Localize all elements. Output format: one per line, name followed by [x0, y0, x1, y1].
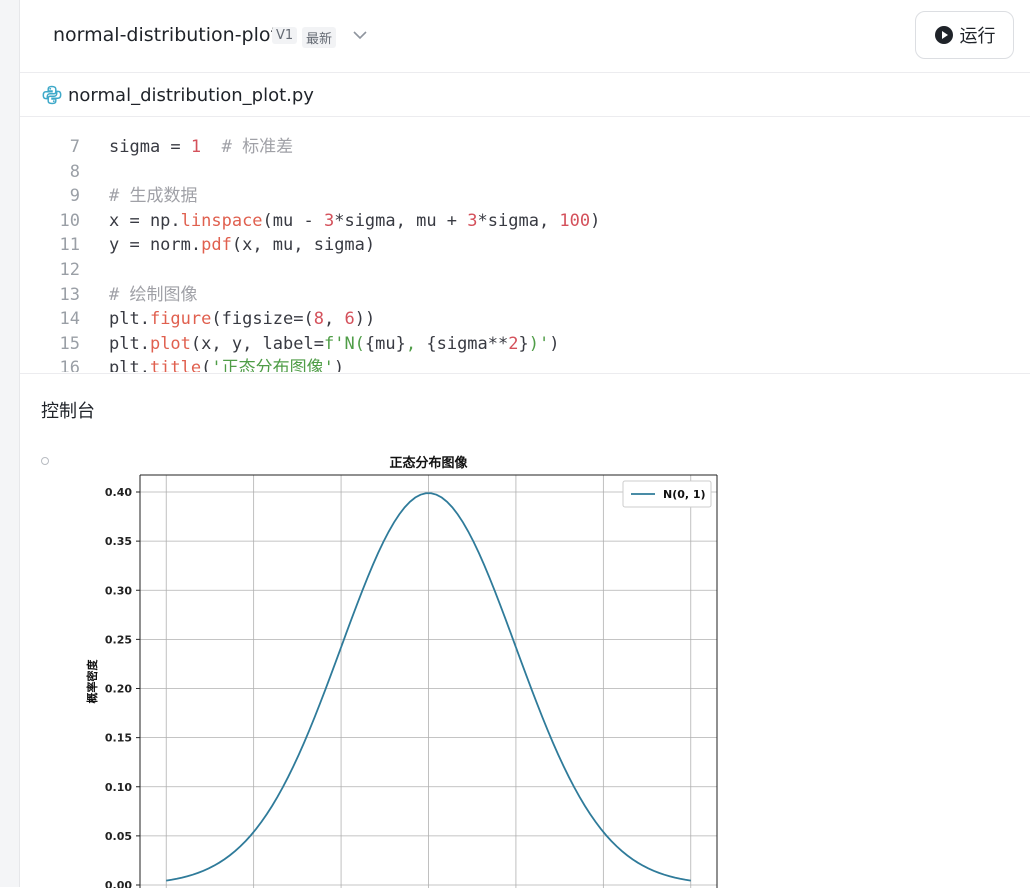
line-number: 13 — [59, 284, 80, 305]
legend-label: N(0, 1) — [663, 488, 706, 501]
plot-figure: 0.000.050.100.150.200.250.300.350.40正态分布… — [85, 455, 718, 888]
code-text: sigma = 1 # 标准差 — [109, 137, 294, 157]
code-line[interactable]: 14 plt.figure(figsize=(8, 6)) — [20, 307, 1030, 332]
console-title: 控制台 — [41, 401, 95, 422]
line-number: 7 — [69, 137, 80, 157]
code-line[interactable]: 11 y = norm.pdf(x, mu, sigma) — [20, 233, 1030, 258]
line-number: 9 — [69, 186, 80, 207]
y-tick-label: 0.20 — [105, 683, 132, 696]
console-panel: 控制台 0.00 0.05 0.10 0.15 0.20 0.25 0.30 0.35 0.40… — [20, 373, 1030, 888]
line-number: 10 — [59, 210, 80, 231]
code-text: plt.title('正态分布图像') — [109, 358, 345, 372]
line-number: 12 — [59, 260, 80, 280]
code-line[interactable]: 13 # 绘制图像 — [20, 283, 1030, 308]
code-line[interactable]: 8 — [20, 160, 1030, 185]
output-bullet-icon — [41, 457, 49, 465]
chevron-down-icon[interactable] — [350, 25, 370, 45]
code-line[interactable]: 16 plt.title('正态分布图像') — [20, 356, 1030, 372]
y-axis-label: 概率密度 — [85, 659, 99, 704]
code-line[interactable]: 15 plt.plot(x, y, label=f'N({mu}, {sigma*… — [20, 332, 1030, 357]
y-tick-label: 0.30 — [105, 584, 132, 597]
code-text: # 绘制图像 — [109, 284, 198, 305]
file-name[interactable]: normal_distribution_plot.py — [68, 85, 314, 106]
play-icon — [934, 26, 953, 44]
code-editor[interactable]: 7 sigma = 1 # 标准差 8 9 # 生成数据 10 x = np.linspac… — [20, 118, 1030, 372]
chart-title: 正态分布图像 — [389, 455, 468, 471]
line-number: 14 — [59, 309, 80, 330]
code-line[interactable]: 7 sigma = 1 # 标准差 — [20, 135, 1030, 160]
code-text: # 生成数据 — [109, 186, 198, 207]
y-tick-label: 0.15 — [105, 732, 132, 745]
y-tick-label: 0.10 — [105, 781, 132, 794]
code-line[interactable]: 10 x = np.linspace(mu - 3*sigma, mu + 3*s… — [20, 209, 1030, 234]
code-text: plt.figure(figsize=(8, 6)) — [109, 309, 376, 330]
code-text: y = norm.pdf(x, mu, sigma) — [109, 235, 376, 256]
file-tab-bar: normal_distribution_plot.py — [20, 74, 1030, 117]
y-tick-label: 0.40 — [105, 486, 132, 499]
project-title[interactable]: normal-distribution-plot — [53, 24, 278, 46]
y-tick-label: 0.35 — [105, 535, 132, 548]
latest-tag: 最新 — [302, 27, 337, 48]
code-text: x = np.linspace(mu - 3*sigma, mu + 3*sig… — [109, 210, 601, 231]
run-button-label: 运行 — [959, 26, 996, 47]
line-number: 8 — [69, 161, 80, 182]
y-tick-label: 0.25 — [105, 633, 132, 646]
line-number: 15 — [59, 333, 80, 354]
code-line[interactable]: 12 — [20, 258, 1030, 283]
y-tick-label: 0.05 — [105, 830, 132, 843]
code-text: plt.plot(x, y, label=f'N({mu}, {sigma**2… — [109, 333, 560, 354]
left-panel-strip — [0, 0, 20, 887]
line-number: 16 — [59, 358, 80, 372]
run-button[interactable]: 运行 — [915, 11, 1014, 59]
top-bar: normal-distribution-plot V1 最新 运行 — [20, 0, 1030, 73]
python-file-icon — [42, 85, 62, 105]
version-tag: V1 — [272, 27, 298, 44]
code-line[interactable]: 9 # 生成数据 — [20, 184, 1030, 209]
line-number: 11 — [59, 235, 80, 256]
